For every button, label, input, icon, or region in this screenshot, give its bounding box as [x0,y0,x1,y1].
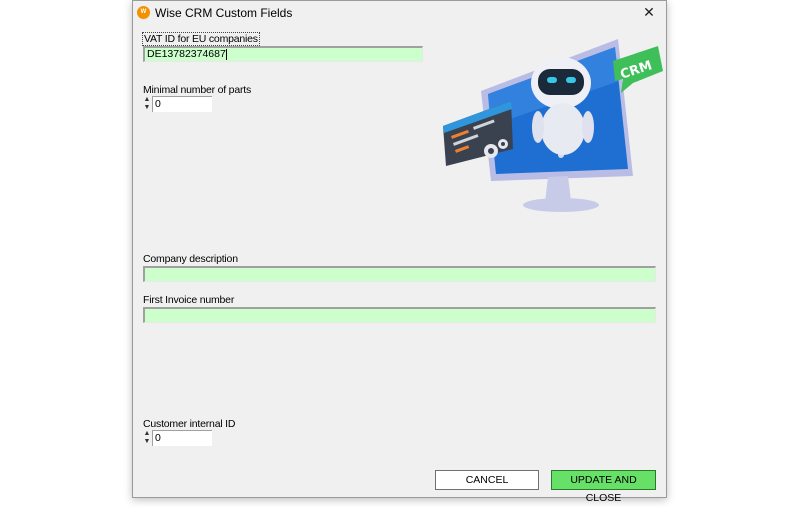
title-bar: W Wise CRM Custom Fields ✕ [133,1,666,25]
customer-id-spin-arrows[interactable]: ▲ ▼ [143,430,151,446]
min-parts-spin-arrows[interactable]: ▲ ▼ [143,96,151,112]
spin-down-icon[interactable]: ▼ [143,438,151,446]
spin-up-icon[interactable]: ▲ [143,430,151,438]
company-description-input[interactable] [143,266,656,282]
update-and-close-button[interactable]: UPDATE AND CLOSE [551,470,656,504]
close-button[interactable]: ✕ [632,1,666,25]
vat-label: VAT ID for EU companies [142,32,260,46]
vat-input[interactable]: DE13782374687 [143,46,423,62]
customer-id-spinner[interactable]: ▲ ▼ 0 [143,430,215,446]
min-parts-spinner[interactable]: ▲ ▼ 0 [143,96,215,112]
cancel-button[interactable]: CANCEL [435,470,539,490]
robot-crm-illustration: CRM [443,39,663,212]
customer-id-label: Customer internal ID [143,418,236,430]
vat-value: DE13782374687 [147,48,226,60]
min-parts-label: Minimal number of parts [143,84,252,96]
spin-up-icon[interactable]: ▲ [143,96,151,104]
close-icon: ✕ [643,4,655,20]
text-cursor [225,48,227,60]
first-invoice-input[interactable] [143,307,656,323]
company-description-label: Company description [143,253,238,265]
app-logo-icon: W [137,6,150,19]
dialog-window: W Wise CRM Custom Fields ✕ VAT ID for EU… [132,0,667,504]
customer-id-input[interactable]: 0 [152,430,212,446]
spin-down-icon[interactable]: ▼ [143,104,151,112]
first-invoice-label: First Invoice number [143,294,235,306]
min-parts-input[interactable]: 0 [152,96,212,112]
window-title: Wise CRM Custom Fields [155,6,293,20]
